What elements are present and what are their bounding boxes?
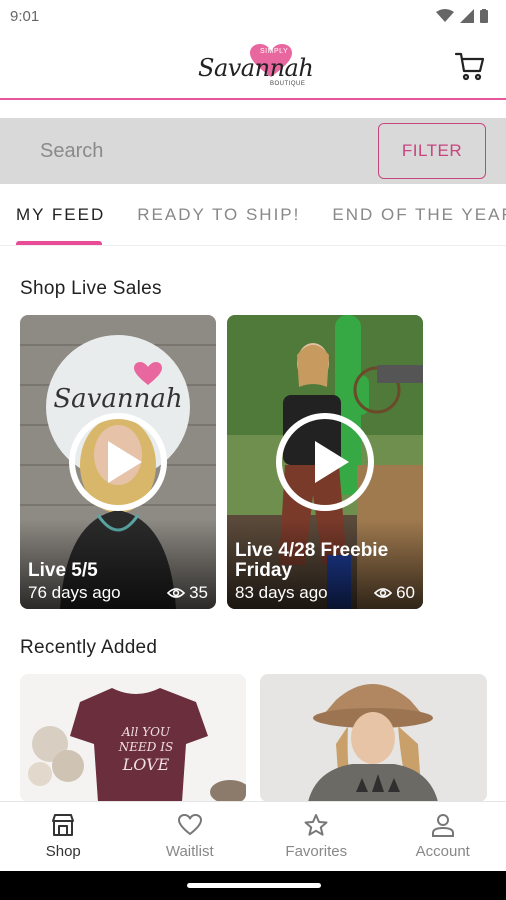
filter-button[interactable]: FILTER xyxy=(378,123,486,179)
home-indicator[interactable] xyxy=(187,883,321,888)
view-count: 35 xyxy=(167,583,208,603)
nav-account[interactable]: Account xyxy=(380,802,506,871)
live-sale-card[interactable]: Savannah Live 5/5 76 days ago 35 xyxy=(20,315,216,609)
view-count-value: 35 xyxy=(189,583,208,602)
cart-icon xyxy=(454,52,485,81)
wifi-icon xyxy=(436,9,454,22)
play-icon[interactable] xyxy=(69,413,167,511)
live-sale-card[interactable]: Live 4/28 Freebie Friday 83 days ago 60 xyxy=(227,315,423,609)
tab-ready-to-ship[interactable]: READY TO SHIP! xyxy=(121,184,316,245)
live-sale-age: 83 days ago xyxy=(235,583,328,602)
live-sale-title: Live 5/5 xyxy=(28,560,98,581)
person-icon xyxy=(431,814,454,837)
star-icon xyxy=(304,814,328,836)
svg-text:Savannah: Savannah xyxy=(53,384,182,414)
tab-end-of-the-year[interactable]: END OF THE YEAR xyxy=(316,184,506,245)
svg-text:All YOU: All YOU xyxy=(121,725,171,739)
nav-shop[interactable]: Shop xyxy=(0,802,127,871)
status-time: 9:01 xyxy=(10,7,40,25)
live-sale-title: Live 4/28 Freebie Friday xyxy=(235,540,389,581)
live-sale-age: 76 days ago xyxy=(28,583,121,602)
eye-icon xyxy=(374,588,393,598)
search-bar: FILTER xyxy=(0,118,506,184)
app-header: SIMPLY Savannah BOUTIQUE xyxy=(0,32,506,100)
live-sale-meta: 83 days ago 60 xyxy=(235,583,415,603)
nav-favorites[interactable]: Favorites xyxy=(253,802,380,871)
category-tabs: MY FEED READY TO SHIP! END OF THE YEAR xyxy=(0,184,506,246)
live-sale-meta: 76 days ago 35 xyxy=(28,583,208,603)
live-sales-heading: Shop Live Sales xyxy=(20,278,162,299)
signal-icon xyxy=(460,9,474,23)
nav-account-label: Account xyxy=(415,843,470,860)
svg-text:LOVE: LOVE xyxy=(122,755,170,774)
logo-boutique: BOUTIQUE xyxy=(270,81,306,87)
view-count-value: 60 xyxy=(396,583,415,602)
brand-logo[interactable]: SIMPLY Savannah BOUTIQUE xyxy=(198,40,314,90)
svg-text:NEED IS: NEED IS xyxy=(118,740,173,754)
nav-waitlist[interactable]: Waitlist xyxy=(127,802,254,871)
view-count: 60 xyxy=(374,583,415,603)
product-image: All YOU NEED IS LOVE xyxy=(20,674,246,802)
product-image xyxy=(260,674,487,802)
logo-script: Savannah xyxy=(198,54,314,82)
bottom-navigation: Shop Waitlist Favorites Account xyxy=(0,801,506,871)
status-icons xyxy=(436,9,488,23)
nav-favorites-label: Favorites xyxy=(285,843,348,860)
battery-icon xyxy=(480,9,488,23)
product-card[interactable] xyxy=(260,674,487,802)
cart-button[interactable] xyxy=(454,50,486,82)
status-bar: 9:01 xyxy=(0,0,506,32)
heart-icon xyxy=(177,814,202,835)
nav-waitlist-label: Waitlist xyxy=(165,843,214,860)
product-card[interactable]: All YOU NEED IS LOVE xyxy=(20,674,246,802)
shop-icon xyxy=(52,814,75,836)
nav-shop-label: Shop xyxy=(45,843,81,860)
tab-my-feed[interactable]: MY FEED xyxy=(0,184,121,245)
search-input[interactable] xyxy=(18,122,366,180)
play-icon[interactable] xyxy=(276,413,374,511)
recently-added-heading: Recently Added xyxy=(20,637,158,658)
eye-icon xyxy=(167,588,186,598)
